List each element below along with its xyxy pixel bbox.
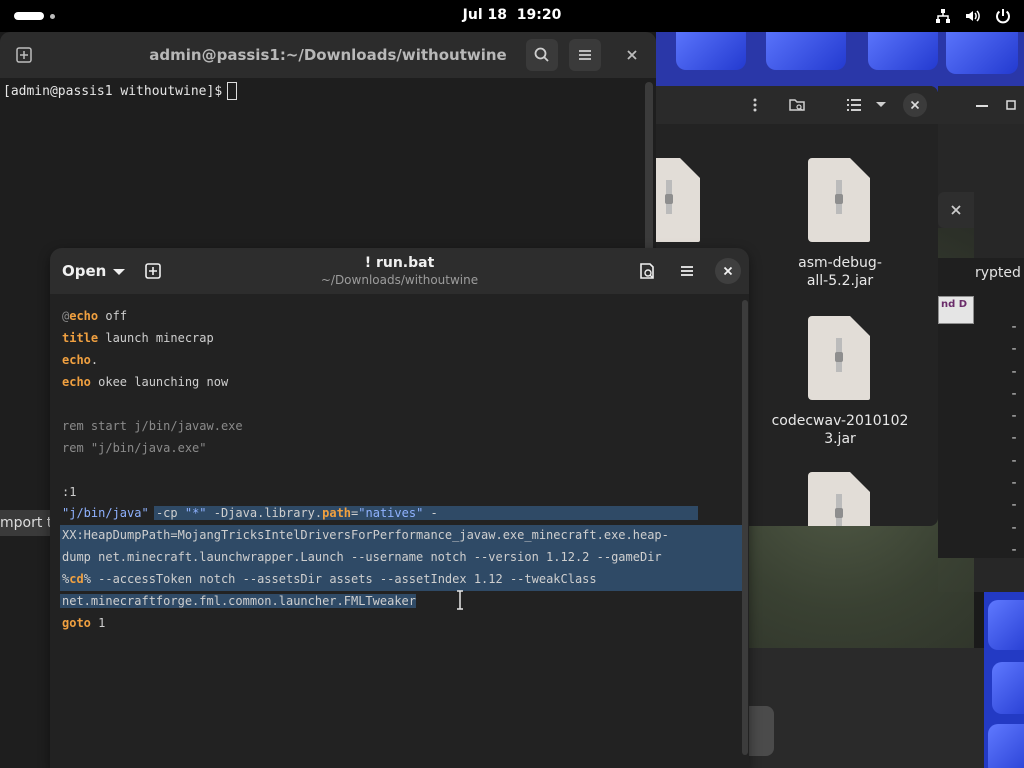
volume-icon[interactable] bbox=[964, 7, 982, 25]
dash-column: ----------- bbox=[1011, 319, 1017, 558]
folder-search-icon bbox=[789, 99, 805, 111]
code-line: echo okee launching now bbox=[62, 374, 229, 389]
view-options-button[interactable] bbox=[869, 93, 893, 117]
close-icon bbox=[951, 205, 961, 215]
close-icon bbox=[910, 100, 920, 110]
code-line: net.minecraftforge.fml.common.launcher.F… bbox=[60, 594, 417, 609]
chevron-down-icon bbox=[876, 102, 886, 107]
terminal-menu-button[interactable] bbox=[569, 39, 601, 71]
file-label[interactable]: asm-debug- all-5.2.jar bbox=[765, 254, 915, 290]
zip-file-icon[interactable] bbox=[806, 472, 872, 526]
clock[interactable]: Jul 18 19:20 bbox=[0, 7, 1024, 23]
desktop-wallpaper bbox=[656, 32, 1024, 92]
zip-file-icon[interactable] bbox=[806, 158, 872, 242]
list-view-icon bbox=[847, 99, 861, 111]
zip-file-icon[interactable] bbox=[806, 316, 872, 400]
background-window-header bbox=[938, 86, 1024, 124]
zip-file-icon[interactable] bbox=[656, 158, 702, 242]
editor-close-button[interactable] bbox=[715, 258, 741, 284]
dialog-close-area[interactable] bbox=[938, 192, 974, 228]
background-button[interactable] bbox=[748, 706, 774, 756]
status-chip: nd D bbox=[938, 296, 974, 324]
kebab-icon bbox=[753, 98, 757, 112]
terminal-search-button[interactable] bbox=[526, 39, 558, 71]
encrypted-column-header: rypted bbox=[975, 265, 1021, 281]
code-line: :1 bbox=[62, 484, 77, 499]
text-editor-window[interactable]: Open ! run.bat ~/Downloads/withoutwine @… bbox=[50, 248, 749, 768]
file-label[interactable]: codecwav-2010102 3.jar bbox=[765, 412, 915, 448]
code-line: @echo off bbox=[62, 309, 128, 323]
selected-text-block[interactable]: "j/bin/java" -cp "*" -Djava.library.path… bbox=[60, 503, 742, 613]
minimize-icon[interactable] bbox=[976, 104, 988, 108]
folder-search-button[interactable] bbox=[785, 93, 809, 117]
editor-header: Open ! run.bat ~/Downloads/withoutwine bbox=[50, 248, 749, 294]
code-line: title launch minecrap bbox=[62, 330, 214, 345]
clock-time: 19:20 bbox=[516, 7, 562, 23]
top-bar: Jul 18 19:20 bbox=[0, 0, 1024, 32]
terminal-prompt-line[interactable]: [admin@passis1 withoutwine]$ bbox=[3, 82, 238, 100]
terminal-prompt: [admin@passis1 withoutwine]$ bbox=[3, 83, 223, 99]
background-panel bbox=[748, 648, 984, 768]
close-icon bbox=[723, 266, 733, 276]
maximize-icon[interactable] bbox=[1006, 100, 1016, 110]
document-save-icon bbox=[640, 263, 654, 279]
network-icon[interactable] bbox=[934, 7, 952, 25]
code-line: echo. bbox=[62, 352, 99, 367]
more-options-button[interactable] bbox=[743, 93, 767, 117]
file-manager-close-button[interactable] bbox=[903, 93, 927, 117]
terminal-header: admin@passis1:~/Downloads/withoutwine bbox=[0, 32, 656, 78]
list-view-button[interactable] bbox=[842, 93, 866, 117]
code-line: dump net.minecraft.launchwrapper.Launch … bbox=[60, 547, 742, 570]
code-line: rem "j/bin/java.exe" bbox=[62, 440, 207, 455]
save-button[interactable] bbox=[638, 262, 656, 284]
terminal-close-button[interactable] bbox=[616, 39, 648, 71]
hamburger-icon bbox=[681, 266, 693, 276]
code-line: XX:HeapDumpPath=MojangTricksIntelDrivers… bbox=[60, 525, 742, 548]
system-tray[interactable] bbox=[934, 6, 1012, 26]
editor-menu-button[interactable] bbox=[678, 262, 696, 284]
terminal-cursor bbox=[227, 82, 238, 100]
import-tab[interactable]: mport t bbox=[0, 510, 52, 536]
code-line: %cd% --accessToken notch --assetsDir ass… bbox=[60, 569, 742, 592]
code-line: rem start j/bin/javaw.exe bbox=[62, 418, 243, 433]
desktop-wallpaper-edge bbox=[984, 592, 1024, 768]
editor-scrollbar[interactable] bbox=[742, 300, 748, 755]
hamburger-icon bbox=[579, 50, 591, 60]
search-icon bbox=[534, 47, 549, 62]
clock-date: Jul 18 bbox=[462, 7, 507, 23]
code-area[interactable]: @echo off title launch minecrap echo. ec… bbox=[60, 306, 742, 635]
file-manager-header bbox=[656, 86, 938, 124]
code-line: "j/bin/java" -cp "*" -Djava.library.path… bbox=[62, 506, 698, 521]
text-cursor-icon bbox=[457, 590, 463, 611]
code-line: goto 1 bbox=[62, 616, 106, 631]
close-icon bbox=[627, 50, 637, 60]
power-icon[interactable] bbox=[994, 7, 1012, 25]
